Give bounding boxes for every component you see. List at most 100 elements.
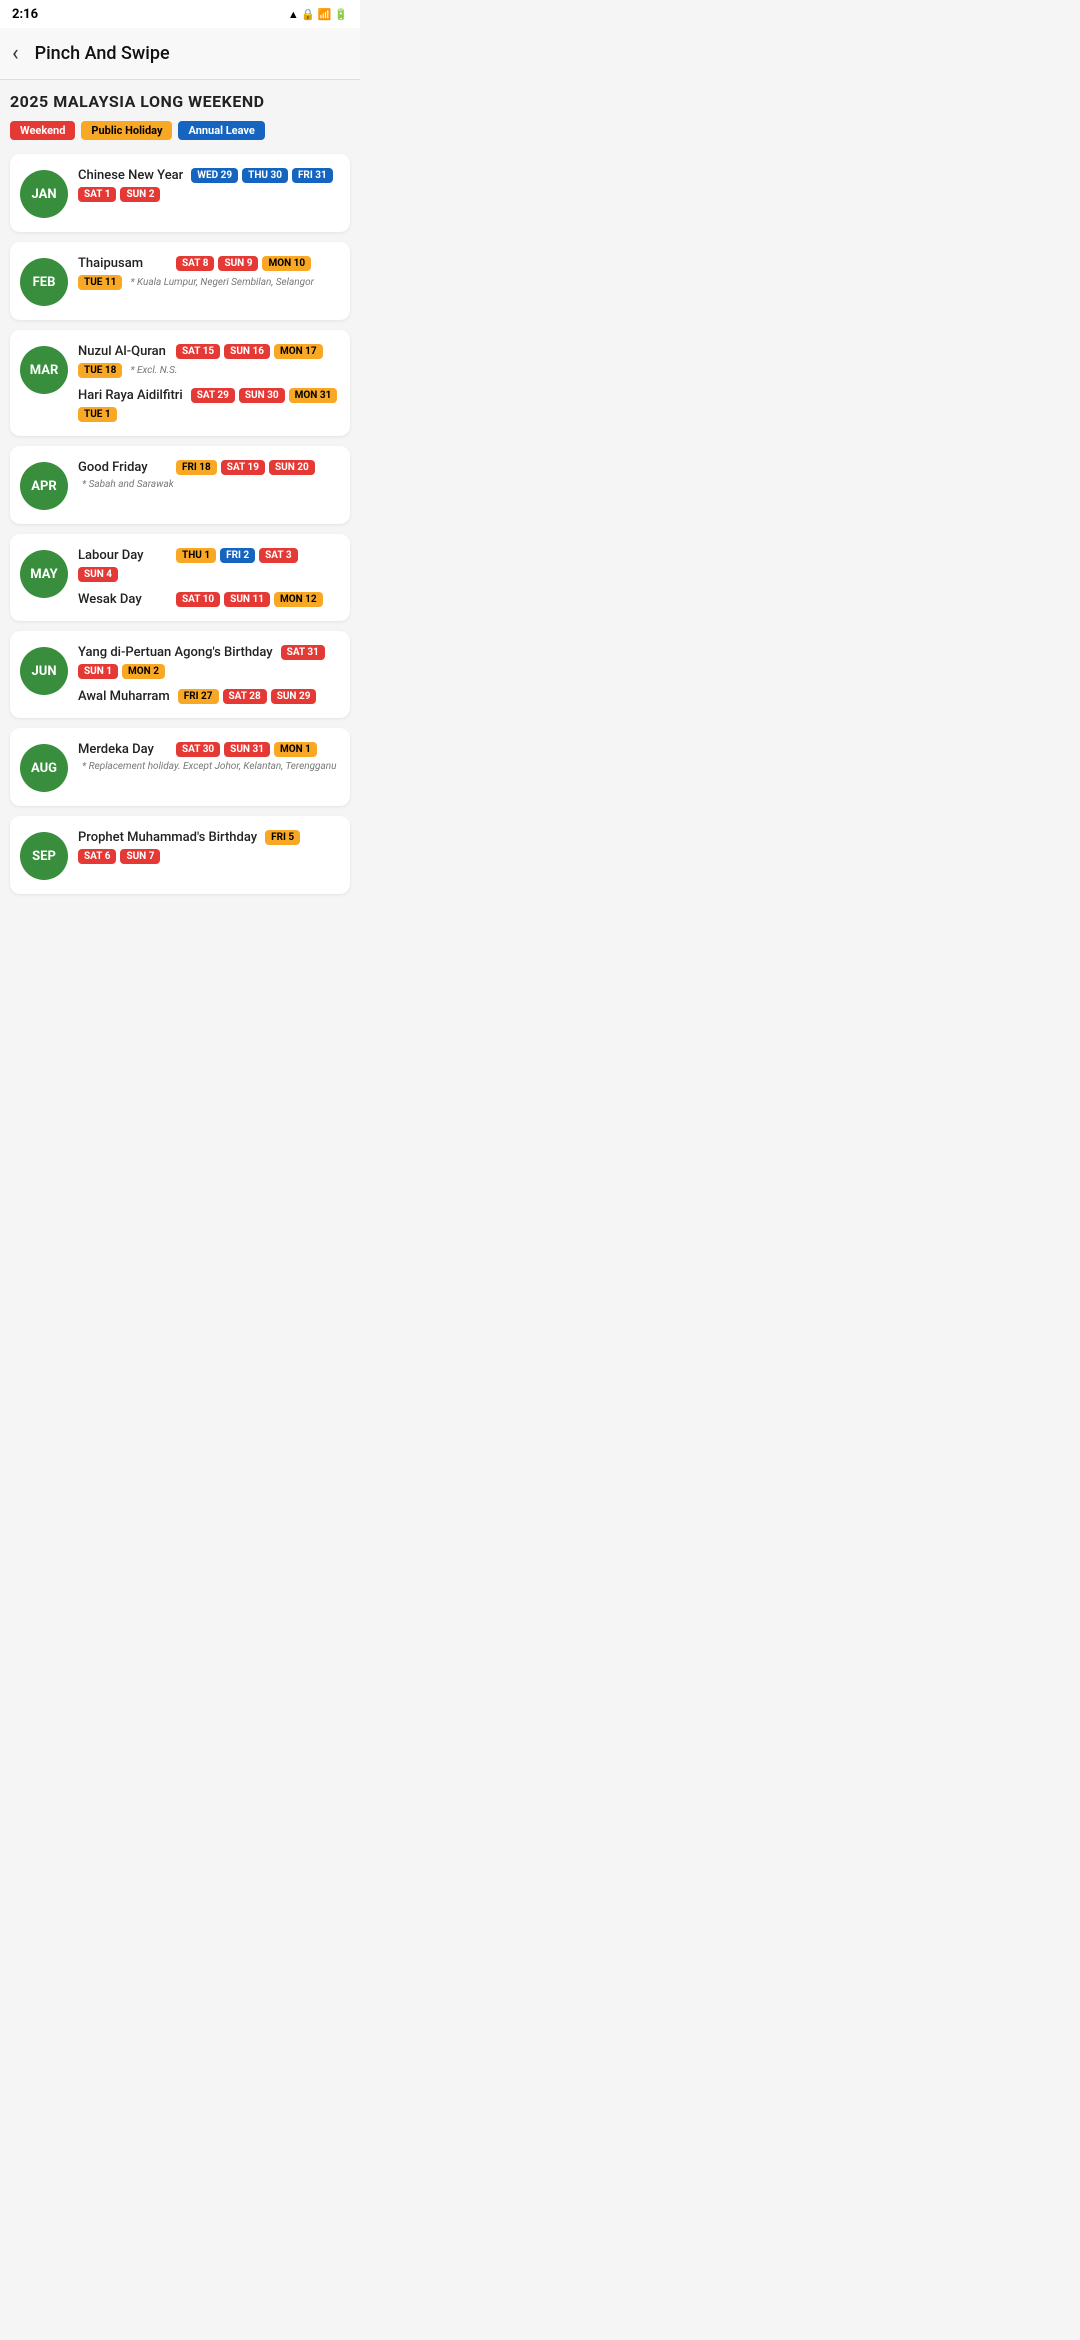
event-row: Yang di-Pertuan Agong's Birthday SAT 31 SU… [78, 645, 340, 679]
month-card-apr: APRGood FridayFRI 18SAT 19SUN 20* Sabah … [10, 446, 350, 524]
day-badge: FRI 31 [292, 168, 333, 183]
month-card-feb: FEB Thaipusam SAT 8 SUN 9 MON 10 TUE 11 * Kual… [10, 242, 350, 320]
month-circle-may: MAY [20, 550, 68, 598]
day-badge: THU 1 [176, 548, 216, 563]
month-events-feb: Thaipusam SAT 8 SUN 9 MON 10 TUE 11 * Kuala L… [78, 256, 340, 290]
day-badge: SUN 16 [224, 344, 270, 359]
event-row: Wesak Day SAT 10 SUN 11 MON 12 [78, 592, 340, 607]
months-container: JAN Chinese New Year WED 29 THU 30 FRI 31 SAT… [10, 154, 350, 894]
day-badge: FRI 27 [178, 689, 219, 704]
day-badge: MON 31 [289, 388, 338, 403]
month-events-jan: Chinese New YearWED 29THU 30FRI 31SAT 1S… [78, 168, 340, 202]
event-name: Chinese New Year [78, 168, 183, 183]
status-time: 2:16 [12, 7, 38, 22]
day-badge: TUE 18 [78, 363, 122, 378]
month-circle-aug: AUG [20, 744, 68, 792]
day-badge: WED 29 [191, 168, 238, 183]
day-badge: MON 2 [122, 664, 165, 679]
day-badge: SAT 3 [259, 548, 297, 563]
day-badge: MON 1 [274, 742, 317, 757]
event-row: Hari Raya Aidilfitri SAT 29 SUN 30 MON 31 TU… [78, 388, 340, 422]
month-events-may: Labour Day THU 1 FRI 2 SAT 3 SUN 4 Wesak Day S… [78, 548, 340, 607]
event-row: Thaipusam SAT 8 SUN 9 MON 10 TUE 11 * Kuala L… [78, 256, 340, 290]
month-circle-feb: FEB [20, 258, 68, 306]
month-card-sep: SEP Prophet Muhammad's Birthday FRI 5 SAT 6… [10, 816, 350, 894]
legend-holiday: Public Holiday [81, 121, 172, 140]
day-badge: SAT 29 [191, 388, 235, 403]
back-button[interactable]: ‹ [12, 41, 19, 66]
day-badge: MON 10 [262, 256, 311, 271]
event-row: Nuzul Al-Quran SAT 15 SUN 16 MON 17 TUE 18 * … [78, 344, 340, 378]
event-note: * Kuala Lumpur, Negeri Sembilan, Selango… [130, 277, 314, 288]
month-circle-sep: SEP [20, 832, 68, 880]
event-name: Thaipusam [78, 256, 168, 271]
day-badge: SUN 20 [269, 460, 315, 475]
event-row: Awal Muharram FRI 27 SAT 28 SUN 29 [78, 689, 340, 704]
toolbar-title: Pinch And Swipe [35, 43, 170, 64]
page-heading: 2025 MALAYSIA LONG WEEKEND [10, 92, 350, 111]
day-badge: SUN 7 [120, 849, 160, 864]
main-content: 2025 MALAYSIA LONG WEEKEND Weekend Publi… [0, 80, 360, 916]
day-badge: THU 30 [242, 168, 288, 183]
month-circle-jun: JUN [20, 647, 68, 695]
month-circle-mar: MAR [20, 346, 68, 394]
day-badge: SAT 15 [176, 344, 220, 359]
month-events-aug: Merdeka Day SAT 30 SUN 31 MON 1 * Replacemen… [78, 742, 340, 772]
day-badge: SAT 28 [223, 689, 267, 704]
day-badge: SAT 31 [281, 645, 325, 660]
day-badge: SAT 10 [176, 592, 220, 607]
day-badge: SAT 1 [78, 187, 116, 202]
day-badge: SUN 1 [78, 664, 118, 679]
month-events-mar: Nuzul Al-Quran SAT 15 SUN 16 MON 17 TUE 18 * … [78, 344, 340, 422]
event-note: * Sabah and Sarawak [82, 479, 174, 490]
month-events-apr: Good FridayFRI 18SAT 19SUN 20* Sabah and… [78, 460, 340, 490]
day-badge: MON 12 [274, 592, 323, 607]
event-name: Nuzul Al-Quran [78, 344, 168, 359]
event-name: Good Friday [78, 460, 168, 475]
month-events-sep: Prophet Muhammad's Birthday FRI 5 SAT 6 SUN… [78, 830, 340, 864]
month-card-jan: JAN Chinese New Year WED 29 THU 30 FRI 31 SAT… [10, 154, 350, 232]
event-name: Awal Muharram [78, 689, 170, 704]
day-badge: SUN 11 [224, 592, 270, 607]
event-note: * Replacement holiday. Except Johor, Kel… [82, 761, 336, 772]
status-icons: ▲ 🔒 📶 🔋 [288, 8, 348, 21]
day-badge: SAT 30 [176, 742, 220, 757]
day-badge: MON 17 [274, 344, 323, 359]
event-name: Labour Day [78, 548, 168, 563]
status-bar: 2:16 ▲ 🔒 📶 🔋 [0, 0, 360, 28]
month-card-mar: MAR Nuzul Al-Quran SAT 15 SUN 16 MON 17 TUE 1… [10, 330, 350, 436]
event-note: * Excl. N.S. [130, 365, 177, 376]
day-badge: SUN 4 [78, 567, 118, 582]
event-name: Merdeka Day [78, 742, 168, 757]
day-badge: FRI 2 [220, 548, 255, 563]
day-badge: SUN 31 [224, 742, 270, 757]
event-row: Labour Day THU 1 FRI 2 SAT 3 SUN 4 [78, 548, 340, 582]
event-name: Prophet Muhammad's Birthday [78, 830, 257, 845]
day-badge: TUE 11 [78, 275, 122, 290]
day-badge: SAT 8 [176, 256, 214, 271]
event-row: Prophet Muhammad's Birthday FRI 5 SAT 6 SUN… [78, 830, 340, 864]
month-card-aug: AUG Merdeka Day SAT 30 SUN 31 MON 1 * Replace… [10, 728, 350, 806]
month-circle-jan: JAN [20, 170, 68, 218]
event-name: Yang di-Pertuan Agong's Birthday [78, 645, 273, 660]
month-circle-apr: APR [20, 462, 68, 510]
legend: Weekend Public Holiday Annual Leave [10, 121, 350, 140]
event-row: Good FridayFRI 18SAT 19SUN 20* Sabah and… [78, 460, 340, 490]
toolbar: ‹ Pinch And Swipe [0, 28, 360, 80]
day-badge: SUN 9 [218, 256, 258, 271]
month-card-may: MAY Labour Day THU 1 FRI 2 SAT 3 SUN 4 Wesak D… [10, 534, 350, 621]
event-name: Wesak Day [78, 592, 168, 607]
legend-weekend: Weekend [10, 121, 75, 140]
day-badge: SAT 6 [78, 849, 116, 864]
day-badge: FRI 5 [265, 830, 300, 845]
month-events-jun: Yang di-Pertuan Agong's Birthday SAT 31 SU… [78, 645, 340, 704]
day-badge: SUN 29 [271, 689, 317, 704]
day-badge: TUE 1 [78, 407, 117, 422]
legend-annual: Annual Leave [178, 121, 264, 140]
event-row: Merdeka Day SAT 30 SUN 31 MON 1 * Replacemen… [78, 742, 340, 772]
event-row: Chinese New YearWED 29THU 30FRI 31SAT 1S… [78, 168, 340, 202]
event-name: Hari Raya Aidilfitri [78, 388, 183, 403]
day-badge: FRI 18 [176, 460, 217, 475]
day-badge: SUN 30 [239, 388, 285, 403]
month-card-jun: JUN Yang di-Pertuan Agong's Birthday SAT 3… [10, 631, 350, 718]
